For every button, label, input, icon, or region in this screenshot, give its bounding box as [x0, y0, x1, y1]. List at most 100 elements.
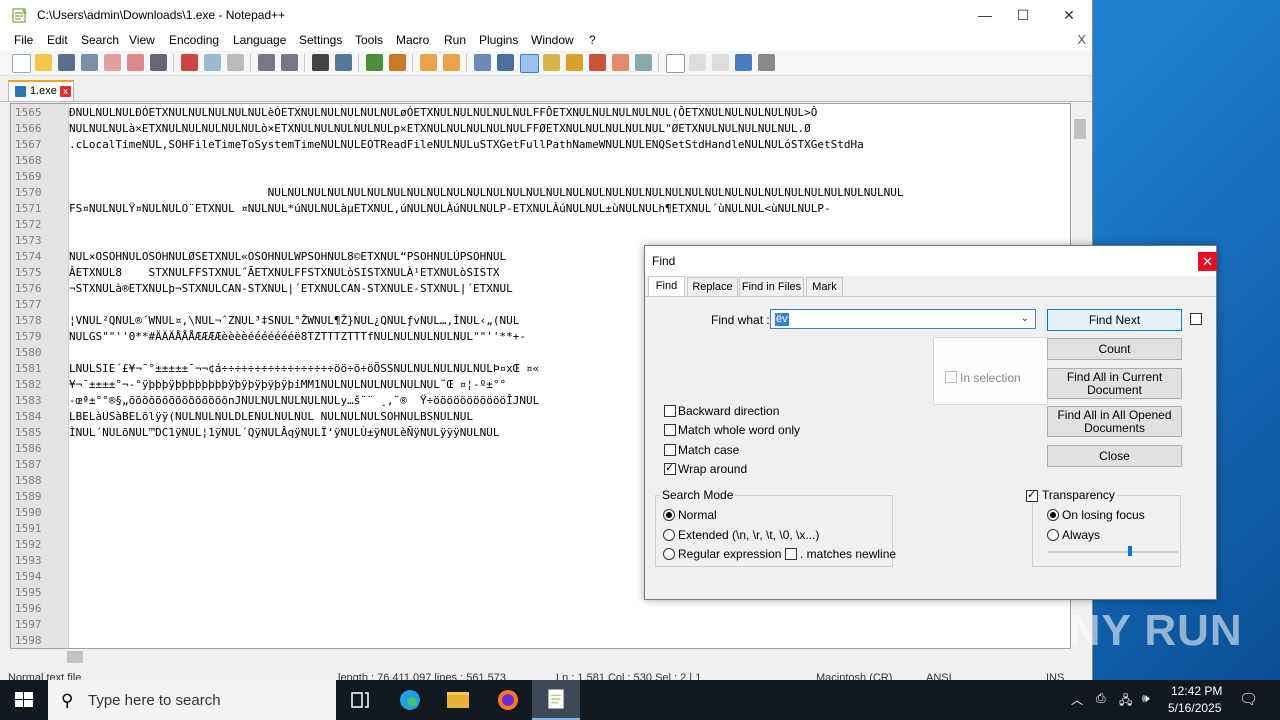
clock-time[interactable]: 12:42 PM	[1171, 684, 1222, 698]
tab-find-in-files[interactable]: Find in Files	[739, 277, 804, 296]
zoom-in-icon[interactable]	[366, 54, 383, 71]
find-dialog-close-button[interactable]: ✕	[1198, 252, 1217, 271]
notepadpp-taskbar-icon[interactable]	[532, 680, 580, 720]
close-all-icon[interactable]	[127, 54, 144, 71]
paste-icon[interactable]	[227, 54, 244, 71]
menu-search[interactable]: Search	[81, 33, 119, 47]
document-map-icon[interactable]	[566, 54, 583, 71]
firefox-icon[interactable]	[484, 680, 532, 720]
horizontal-scroll-thumb[interactable]	[67, 651, 83, 663]
play-macro-icon[interactable]	[712, 54, 729, 71]
search-mode-normal-label[interactable]: Normal	[678, 508, 717, 522]
print-icon[interactable]	[150, 54, 167, 71]
horizontal-scrollbar[interactable]	[10, 649, 1071, 665]
tab-replace[interactable]: Replace	[687, 277, 738, 296]
function-list-icon[interactable]	[589, 54, 606, 71]
line-text[interactable]: ÐNULNULNULÐÓETXNULNULNULNULNULèÓETXNULNU…	[69, 105, 817, 121]
line-text[interactable]: ¦VNUL²QNUL®´WNUL¤,\NUL¬ˆZNUL³‡SNUL°ŽWNUL…	[69, 313, 519, 329]
count-button[interactable]: Count	[1047, 338, 1182, 360]
task-view-icon[interactable]	[336, 680, 384, 720]
menu-plugins[interactable]: Plugins	[479, 33, 518, 47]
dot-matches-newline-label[interactable]: . matches newline	[800, 547, 896, 561]
search-mode-regex-label[interactable]: Regular expression	[678, 547, 781, 561]
run-macro-multiple-icon[interactable]	[735, 54, 752, 71]
search-mode-normal-radio[interactable]	[663, 509, 675, 521]
volume-icon[interactable]: 🕪	[1142, 691, 1150, 706]
line-text[interactable]: LNULSIE´£¥¬¯°±±±±±¯¬¬¢á÷÷÷÷÷÷÷÷÷÷÷÷÷÷÷÷÷…	[69, 361, 539, 377]
zoom-out-icon[interactable]	[389, 54, 406, 71]
editor-line[interactable]: 1566 NULNULNULà×ETXNULNULNULNULNULò×ETXNU…	[11, 121, 1070, 137]
line-text[interactable]: NULGS""''0**#ÄÄÄÅÅÅÆÆÆÆèèèèéééééééë8TZTT…	[69, 329, 526, 345]
close-document-button[interactable]: X	[1077, 32, 1086, 47]
editor-line[interactable]: 1570 NULNULNULNULNULNULNULNULNULNULNULNU…	[11, 185, 1070, 201]
line-text[interactable]: NULNULNULNULNULNULNULNULNULNULNULNULNULN…	[69, 185, 904, 201]
show-all-chars-icon[interactable]	[497, 54, 514, 71]
menu-macro[interactable]: Macro	[396, 33, 429, 47]
edge-browser-icon[interactable]	[386, 680, 434, 720]
find-all-current-document-button[interactable]: Find All in Current Document	[1047, 368, 1182, 399]
dot-matches-newline-checkbox[interactable]	[785, 548, 797, 560]
editor-line[interactable]: 1568	[11, 153, 1070, 169]
line-text[interactable]: -œª±°°®§„õõõõõõõõõõõõõõõnJNULNULNULNULNU…	[69, 393, 539, 409]
editor-line[interactable]: 1569	[11, 169, 1070, 185]
always-label[interactable]: Always	[1062, 528, 1100, 542]
menu-view[interactable]: View	[129, 33, 155, 47]
line-text[interactable]: ÂETXNUL8 STXNULFFSTXNUL˝ÃETXNULFFSTXNULò…	[69, 265, 499, 281]
editor-line[interactable]: 1572	[11, 217, 1070, 233]
cut-icon[interactable]	[181, 54, 198, 71]
wrap-around-label[interactable]: Wrap around	[678, 462, 747, 476]
editor-line[interactable]: 1598	[11, 633, 1070, 648]
menu-tools[interactable]: Tools	[355, 33, 383, 47]
editor-line[interactable]: 1597	[11, 617, 1070, 633]
backward-direction-checkbox[interactable]	[664, 405, 676, 417]
replace-icon[interactable]	[335, 54, 352, 71]
network-icon[interactable]: 🖧	[1119, 691, 1132, 712]
editor-line[interactable]: 1571 FS¤NULNULŸ¤NULNULO¨ETXNUL ¤NULNUL*úN…	[11, 201, 1070, 217]
menu-edit[interactable]: Edit	[47, 33, 68, 47]
redo-icon[interactable]	[281, 54, 298, 71]
close-file-icon[interactable]	[104, 54, 121, 71]
match-case-checkbox[interactable]	[664, 444, 676, 456]
line-text[interactable]: LBELàUSàBELõlÿÿ(NULNULNULDLENULNULNUL NU…	[69, 409, 473, 425]
new-file-icon[interactable]	[12, 54, 31, 73]
tab-close-icon[interactable]: x	[60, 86, 71, 97]
match-whole-word-label[interactable]: Match whole word only	[678, 423, 800, 437]
record-macro-icon[interactable]	[666, 54, 685, 73]
word-wrap-icon[interactable]	[474, 54, 491, 71]
find-next-toggle-checkbox[interactable]	[1190, 313, 1202, 325]
sync-horizontal-icon[interactable]	[443, 54, 460, 71]
stop-macro-icon[interactable]	[689, 54, 706, 71]
clock-date[interactable]: 5/16/2025	[1168, 701, 1221, 715]
find-next-button[interactable]: Find Next	[1047, 309, 1182, 331]
folder-workspace-icon[interactable]	[612, 54, 629, 71]
transparency-slider-thumb[interactable]	[1127, 546, 1132, 556]
taskbar-search-box[interactable]: ⚲ Type here to search	[48, 680, 336, 720]
menu-settings[interactable]: Settings	[299, 33, 342, 47]
line-text[interactable]: NULNULNULà×ETXNULNULNULNULNULò×ETXNULNUL…	[69, 121, 811, 137]
save-macro-icon[interactable]	[758, 54, 775, 71]
match-case-label[interactable]: Match case	[678, 443, 739, 457]
editor-line[interactable]: 1565 ÐNULNULNULÐÓETXNULNULNULNULNULèÓETXN…	[11, 105, 1070, 121]
on-losing-focus-radio[interactable]	[1047, 509, 1059, 521]
search-mode-extended-label[interactable]: Extended (\n, \r, \t, \0, \x...)	[678, 528, 819, 542]
notifications-icon[interactable]: 🗨	[1239, 690, 1258, 708]
tab-1-exe[interactable]: 1.exe x	[8, 80, 74, 101]
line-text[interactable]: ¬STXNULà®ETXNULþ¬STXNULCAN-STXNUL|´ETXNU…	[69, 281, 513, 297]
on-losing-focus-label[interactable]: On losing focus	[1062, 508, 1145, 522]
tab-find[interactable]: Find	[648, 276, 685, 297]
menu-encoding[interactable]: Encoding	[169, 33, 219, 47]
device-icon[interactable]: ⎙	[1096, 691, 1106, 706]
maximize-button[interactable]: ☐	[1000, 0, 1046, 31]
sync-vertical-icon[interactable]	[420, 54, 437, 71]
line-text[interactable]: .cLocalTimeNUL,SOHFileTimeToSystemTimeNU…	[69, 137, 864, 153]
monitoring-icon[interactable]	[635, 54, 652, 71]
save-all-icon[interactable]	[81, 54, 98, 71]
editor-line[interactable]: 1596	[11, 601, 1070, 617]
find-what-value[interactable]: ëv	[775, 313, 789, 326]
search-mode-regex-radio[interactable]	[663, 548, 675, 560]
indent-guide-icon[interactable]	[520, 54, 539, 73]
editor-line[interactable]: 1567 .cLocalTimeNUL,SOHFileTimeToSystemTi…	[11, 137, 1070, 153]
line-text[interactable]: FS¤NULNULŸ¤NULNULO¨ETXNUL ¤NULNUL*úNULNU…	[69, 201, 831, 217]
menu-language[interactable]: Language	[233, 33, 286, 47]
line-text[interactable]: ¥¬¯±±±±°¬-°ÿþþþÿþþþþþþþþÿþÿþÿþÿþÿþiMM1NU…	[69, 377, 506, 393]
